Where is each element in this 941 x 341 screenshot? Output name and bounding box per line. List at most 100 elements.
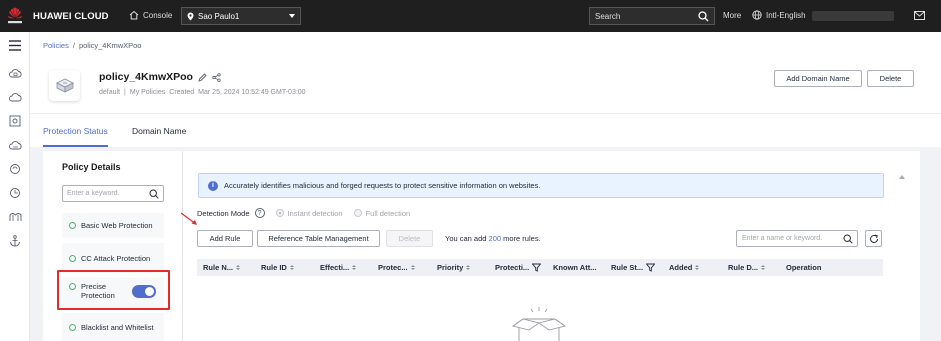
column-rule-name[interactable]: Rule N... (203, 263, 241, 272)
sort-icon[interactable] (289, 265, 294, 270)
policy-name-text: policy_4KmwXPoo (99, 71, 193, 83)
delete-policy-button[interactable]: Delete (867, 70, 914, 87)
column-added[interactable]: Added (669, 263, 700, 272)
cloud-icon[interactable] (8, 90, 22, 104)
radio-unselected-icon (353, 209, 362, 217)
help-icon[interactable]: ? (254, 208, 265, 218)
column-label: Priority (437, 263, 464, 272)
console-link[interactable]: Console (129, 10, 172, 20)
policy-title: policy_4KmwXPoo (99, 71, 221, 83)
pie-badge-icon[interactable] (8, 186, 22, 200)
vertical-scrollbar[interactable] (898, 175, 905, 341)
highlight-box (57, 270, 170, 310)
sort-icon[interactable] (236, 265, 241, 270)
region-selector[interactable]: Sao Paulo1 (181, 7, 301, 25)
share-icon[interactable] (212, 72, 221, 82)
target-scan-icon[interactable] (8, 114, 22, 128)
radio-instant-label: Instant detection (287, 208, 343, 218)
column-label: Rule D... (728, 263, 759, 272)
hamburger-menu-icon[interactable] (8, 38, 22, 52)
column-rule-status[interactable]: Rule St... (611, 263, 656, 272)
chevron-down-icon (289, 14, 295, 18)
rule-search-input[interactable]: Enter a name or keyword. (736, 230, 858, 247)
hint-count: 200 (488, 234, 502, 243)
breadcrumb-current: policy_4KmwXPoo (78, 41, 142, 50)
info-banner: i Accurately identifies malicious and fo… (198, 173, 884, 198)
more-menu[interactable]: More (723, 11, 741, 20)
cloud-storage-icon[interactable] (8, 138, 22, 152)
language-selector[interactable]: Intl-English (752, 10, 806, 20)
bridge-icon[interactable] (8, 210, 22, 224)
breadcrumb-policies-link[interactable]: Policies (43, 41, 69, 50)
policy-meta: default | My Policies Created Mar 25, 20… (99, 89, 306, 96)
rules-table-header: Rule N... Rule ID Effecti... Protec... P… (197, 259, 883, 276)
search-icon[interactable] (149, 189, 159, 199)
detection-mode-label: Detection Mode (197, 208, 250, 218)
huawei-logo-icon[interactable] (7, 7, 23, 25)
global-search-input[interactable]: Search (589, 7, 715, 25)
reference-table-management-button[interactable]: Reference Table Management (257, 230, 380, 247)
meta-created-label: Created (169, 89, 195, 96)
region-label: Sao Paulo1 (198, 11, 240, 21)
user-account-menu[interactable] (812, 11, 894, 21)
breadcrumb-separator: / (72, 41, 75, 50)
location-pin-icon (187, 12, 194, 20)
top-navigation-bar: HUAWEI CLOUD Console Sao Paulo1 Search M… (0, 0, 941, 32)
column-rule-id[interactable]: Rule ID (261, 263, 294, 272)
nav-basic-web-protection[interactable]: Basic Web Protection (62, 213, 164, 238)
radio-full-label: Full detection (365, 208, 411, 218)
keyword-search-input[interactable]: Enter a keyword. (62, 185, 164, 202)
column-priority[interactable]: Priority (437, 263, 471, 272)
globe-icon (752, 10, 762, 20)
nav-item-label: Basic Web Protection (81, 221, 153, 230)
nav-cc-attack-protection[interactable]: CC Attack Protection (62, 243, 164, 273)
sort-icon[interactable] (352, 265, 357, 270)
cloud-server-icon[interactable] (8, 66, 22, 80)
filter-icon[interactable] (532, 263, 542, 272)
nav-item-label: CC Attack Protection (81, 253, 151, 263)
add-rule-hint: You can add 200 more rules. (445, 234, 541, 243)
search-icon[interactable] (698, 11, 709, 22)
nav-item-label: Blacklist and Whitelist (81, 322, 154, 332)
column-label: Effecti... (320, 263, 350, 272)
policy-icon (49, 70, 80, 101)
refresh-button[interactable] (865, 230, 882, 247)
column-effective[interactable]: Effecti... (320, 263, 357, 272)
anchor-icon[interactable] (8, 234, 22, 248)
sort-icon[interactable] (466, 265, 471, 270)
policy-header: Policies / policy_4KmwXPoo policy_4KmwXP… (30, 32, 941, 113)
mail-icon[interactable] (914, 11, 925, 22)
tab-protection-status[interactable]: Protection Status (43, 126, 108, 136)
column-label: Rule St... (611, 263, 644, 272)
delete-rules-button[interactable]: Delete (386, 230, 433, 247)
sort-icon[interactable] (410, 265, 415, 270)
refresh-cycle-icon[interactable] (8, 162, 22, 176)
language-label: Intl-English (766, 10, 806, 20)
radio-instant-detection[interactable]: Instant detection (275, 208, 343, 218)
hint-prefix: You can add (445, 234, 487, 243)
radio-full-detection[interactable]: Full detection (353, 208, 411, 218)
sort-icon[interactable] (695, 265, 700, 270)
keyword-placeholder: Enter a keyword. (67, 190, 120, 197)
nav-blacklist-whitelist[interactable]: Blacklist and Whitelist (62, 313, 164, 341)
sort-icon[interactable] (761, 265, 766, 270)
home-icon (129, 10, 139, 20)
meta-separator: | (124, 89, 126, 96)
column-known-attack[interactable]: Known Att... (553, 263, 596, 272)
meta-created-time: Mar 25, 2024 10:52:49 GMT-03:00 (198, 89, 306, 96)
edit-pencil-icon[interactable] (198, 72, 207, 82)
column-label: Protecti... (495, 263, 530, 272)
column-rule-description[interactable]: Rule D... (728, 263, 766, 272)
filter-icon[interactable] (646, 263, 656, 272)
info-text: Accurately identifies malicious and forg… (224, 181, 541, 190)
rule-search-placeholder: Enter a name or keyword. (742, 235, 823, 242)
add-rule-button[interactable]: Add Rule (197, 230, 253, 247)
add-domain-name-button[interactable]: Add Domain Name (774, 70, 862, 87)
column-protected[interactable]: Protec... (378, 263, 415, 272)
tab-domain-name[interactable]: Domain Name (132, 126, 186, 136)
radio-selected-icon (275, 209, 284, 217)
column-protective-action[interactable]: Protecti... (495, 263, 542, 272)
search-icon[interactable] (843, 234, 853, 244)
info-icon: i (208, 180, 218, 191)
brand-name: HUAWEI CLOUD (33, 11, 109, 22)
